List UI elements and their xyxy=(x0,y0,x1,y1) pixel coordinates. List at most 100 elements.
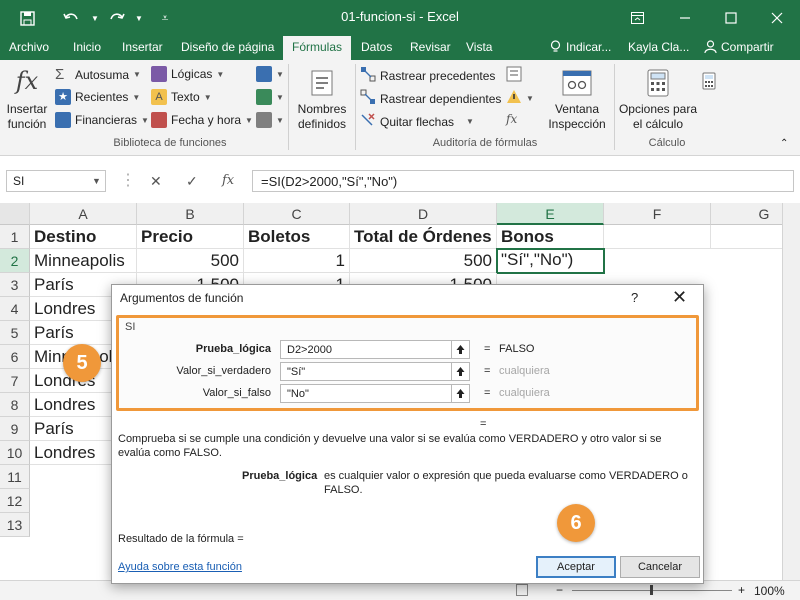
zoom-out-icon[interactable]: − xyxy=(556,583,563,597)
insert-function-button[interactable]: fx Insertar función xyxy=(4,64,50,132)
share-button[interactable]: Compartir xyxy=(704,40,774,56)
arg-input-logical-test[interactable]: D2>2000 xyxy=(280,340,470,359)
remove-arrows-label: Quitar flechas xyxy=(380,114,455,129)
ok-button[interactable]: Aceptar xyxy=(536,556,616,578)
math-button[interactable]: ▼ xyxy=(256,89,284,105)
overall-equals-sign: = xyxy=(480,418,487,430)
defined-names-button[interactable]: Nombres definidos xyxy=(291,64,353,132)
close-window-icon[interactable] xyxy=(762,6,792,30)
error-checking-button[interactable]: ▼ xyxy=(506,89,534,108)
evaluate-formula-button[interactable]: fx xyxy=(506,112,517,126)
row-header-10[interactable]: 10 xyxy=(0,441,30,465)
select-all-corner[interactable] xyxy=(0,203,30,225)
cell-d1[interactable]: Total de Órdenes xyxy=(350,225,497,249)
row-header-9[interactable]: 9 xyxy=(0,417,30,441)
math-book-icon xyxy=(256,89,272,105)
sigma-icon: Σ xyxy=(55,66,65,83)
zoom-level[interactable]: 100% xyxy=(754,584,785,598)
tab-archivo[interactable]: Archivo xyxy=(9,40,49,54)
row-header-8[interactable]: 8 xyxy=(0,393,30,417)
tab-revisar[interactable]: Revisar xyxy=(410,40,451,54)
ribbon-display-icon[interactable] xyxy=(622,6,652,30)
show-formulas-button[interactable] xyxy=(506,66,522,85)
row-header-6[interactable]: 6 xyxy=(0,345,30,369)
tab-datos[interactable]: Datos xyxy=(361,40,392,54)
watch-window-label: Ventana Inspección xyxy=(548,102,606,131)
lookup-button[interactable]: ▼ xyxy=(256,66,284,82)
cancel-button[interactable]: Cancelar xyxy=(620,556,700,578)
name-box[interactable]: SI xyxy=(6,170,106,192)
text-button[interactable]: A Texto ▼ xyxy=(151,89,212,105)
collapse-dialog-icon[interactable] xyxy=(451,362,470,381)
row-header-2[interactable]: 2 xyxy=(0,249,30,273)
arg-result-logical-test: FALSO xyxy=(499,343,535,355)
trace-dependents-icon xyxy=(360,89,376,108)
cell-f1[interactable] xyxy=(604,225,711,249)
row-header-4[interactable]: 4 xyxy=(0,297,30,321)
dialog-close-icon[interactable]: ✕ xyxy=(672,287,687,308)
tab-vista[interactable]: Vista xyxy=(466,40,492,54)
vertical-scrollbar[interactable] xyxy=(782,203,800,580)
arg-input-value-if-true[interactable]: "Sí" xyxy=(280,362,470,381)
recent-button[interactable]: ★ Recientes ▼ xyxy=(55,89,140,105)
logical-button[interactable]: Lógicas ▼ xyxy=(151,66,224,82)
cell-a1[interactable]: Destino xyxy=(30,225,137,249)
remove-arrows-button[interactable]: Quitar flechas ▼ xyxy=(360,112,474,131)
financial-button[interactable]: Financieras ▼ xyxy=(55,112,149,128)
column-header-e[interactable]: E xyxy=(497,203,604,225)
row-header-11[interactable]: 11 xyxy=(0,465,30,489)
column-header-b[interactable]: B xyxy=(137,203,244,225)
minimize-icon[interactable] xyxy=(670,6,700,30)
datetime-label: Fecha y hora xyxy=(171,113,242,127)
watch-window-button[interactable]: Ventana Inspección xyxy=(540,64,614,132)
equals-sign: = xyxy=(484,387,491,399)
page-layout-view-icon[interactable] xyxy=(516,584,528,596)
tab-diseno-pagina[interactable]: Diseño de página xyxy=(181,40,274,54)
cell-b1[interactable]: Precio xyxy=(137,225,244,249)
cell-a2[interactable]: Minneapolis xyxy=(30,249,137,273)
cell-d2[interactable]: 500 xyxy=(350,249,497,273)
formula-input[interactable]: =SI(D2>2000,"Sí","No") xyxy=(252,170,794,192)
trace-precedents-button[interactable]: Rastrear precedentes xyxy=(360,66,495,85)
row-header-1[interactable]: 1 xyxy=(0,225,30,249)
maximize-icon[interactable] xyxy=(716,6,746,30)
cancel-entry-icon[interactable]: ✕ xyxy=(150,173,162,190)
function-help-link[interactable]: Ayuda sobre esta función xyxy=(118,561,242,573)
cell-c1[interactable]: Boletos xyxy=(244,225,350,249)
user-name[interactable]: Kayla Cla... xyxy=(628,40,689,54)
dialog-help-icon[interactable]: ? xyxy=(631,290,638,305)
name-box-dropdown-icon[interactable]: ▼ xyxy=(92,176,101,186)
tab-formulas[interactable]: Fórmulas xyxy=(283,36,352,60)
trace-dependents-button[interactable]: Rastrear dependientes xyxy=(360,89,501,108)
row-header-3[interactable]: 3 xyxy=(0,273,30,297)
tell-me-box[interactable]: Indicar... xyxy=(550,40,611,56)
cell-e2-active[interactable]: "Sí","No") xyxy=(496,248,605,274)
row-header-5[interactable]: 5 xyxy=(0,321,30,345)
cell-c2[interactable]: 1 xyxy=(244,249,350,273)
cell-b2[interactable]: 500 xyxy=(137,249,244,273)
tab-inicio[interactable]: Inicio xyxy=(73,40,101,54)
confirm-entry-icon[interactable]: ✓ xyxy=(186,173,198,190)
collapse-ribbon-icon[interactable]: ⌃ xyxy=(780,138,788,149)
column-header-f[interactable]: F xyxy=(604,203,711,225)
calculate-now-button[interactable] xyxy=(702,72,716,93)
collapse-dialog-icon[interactable] xyxy=(451,384,470,403)
cell-e1[interactable]: Bonos xyxy=(497,225,604,249)
column-header-c[interactable]: C xyxy=(244,203,350,225)
calculation-options-button[interactable]: Opciones para el cálculo xyxy=(617,64,699,132)
autosum-button[interactable]: Σ Autosuma ▼ xyxy=(55,66,141,83)
more-functions-button[interactable]: ▼ xyxy=(256,112,284,128)
datetime-button[interactable]: Fecha y hora ▼ xyxy=(151,112,253,128)
row-header-13[interactable]: 13 xyxy=(0,513,30,537)
tab-insertar[interactable]: Insertar xyxy=(122,40,163,54)
column-header-a[interactable]: A xyxy=(30,203,137,225)
column-header-d[interactable]: D xyxy=(350,203,497,225)
arg-input-value-if-false[interactable]: "No" xyxy=(280,384,470,403)
zoom-in-icon[interactable]: + xyxy=(738,583,745,597)
zoom-slider-thumb[interactable] xyxy=(650,585,653,595)
row-header-7[interactable]: 7 xyxy=(0,369,30,393)
collapse-dialog-icon[interactable] xyxy=(451,340,470,359)
insert-function-icon[interactable]: fx xyxy=(222,173,234,188)
row-header-12[interactable]: 12 xyxy=(0,489,30,513)
arg-label-value-if-true: Valor_si_verdadero xyxy=(176,365,271,377)
